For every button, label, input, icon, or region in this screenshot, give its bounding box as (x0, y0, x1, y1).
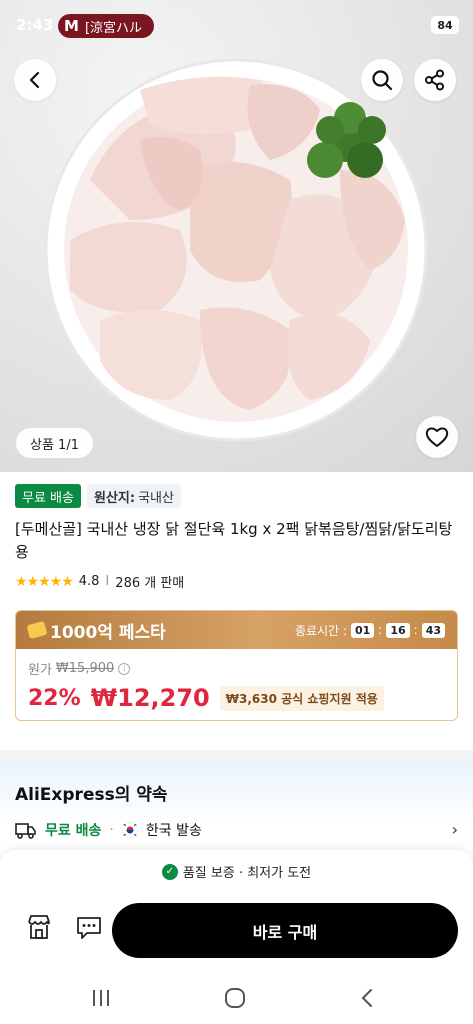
shipping-free-label: 무료 배송 (45, 823, 102, 839)
app-m-icon: M (64, 17, 79, 35)
promo-header: 1000억 페스타 종료시간 : 01 : 16 : 43 (16, 611, 457, 649)
home-icon (225, 988, 245, 1008)
discount-percent: 22% (28, 685, 81, 711)
sale-price: ₩12,270 (90, 684, 210, 712)
bottom-action-bar: ✓ 품질 보증 · 최저가 도전 바로 구매 (0, 850, 473, 975)
timer-seconds: 43 (421, 622, 445, 638)
coin-icon (26, 620, 48, 640)
chat-button[interactable] (74, 912, 104, 942)
guarantee-text: 품질 보증 · 최저가 도전 (182, 866, 312, 881)
timer-hours: 01 (350, 622, 375, 638)
image-counter: 상품 1/1 (16, 428, 93, 458)
promo-body: 원가 ₩15,900 i 22% ₩12,270 ₩3,630 공식 쇼핑지원 … (16, 649, 457, 720)
ship-from-label: 한국 발송 (145, 823, 202, 839)
wishlist-button[interactable] (416, 416, 458, 458)
original-price-label: 원가 (28, 663, 52, 678)
section-divider (0, 750, 473, 760)
timer-minutes: 16 (386, 622, 410, 638)
promo-card: 1000억 페스타 종료시간 : 01 : 16 : 43 원가 ₩15,900… (15, 610, 458, 721)
product-badges: 무료 배송 원산지: 국내산 (15, 484, 181, 508)
status-bar: 2:43 M [涼宮ハル 84 (0, 0, 473, 50)
info-icon[interactable]: i (118, 662, 131, 675)
free-shipping-badge: 무료 배송 (15, 484, 81, 508)
original-price: ₩15,900 (55, 661, 115, 676)
check-icon: ✓ (161, 863, 178, 880)
star-rating-icon: ★★★★★ (15, 573, 74, 590)
countdown-timer: 종료시간 : 01 : 16 : 43 (295, 622, 445, 639)
original-price-row: 원가 ₩15,900 i (28, 659, 445, 678)
heart-icon (425, 427, 449, 447)
share-icon (425, 69, 444, 91)
status-time: 2:43 (16, 16, 54, 34)
shipping-row[interactable]: 무료 배송 · 한국 발송 › (15, 820, 458, 840)
price-row: 22% ₩12,270 ₩3,630 공식 쇼핑지원 적용 (28, 684, 445, 712)
system-back-button[interactable] (352, 983, 382, 1013)
origin-value: 국내산 (138, 490, 174, 506)
chat-icon (77, 917, 101, 939)
product-title: [두메산골] 국내산 냉장 닭 절단육 1kg x 2팩 닭볶음탕/찜닭/닭도리… (15, 520, 453, 561)
guarantee-row: ✓ 품질 보증 · 최저가 도전 (0, 862, 473, 881)
status-app-chip: M [涼宮ハル (58, 14, 155, 38)
store-icon (28, 915, 50, 939)
rating-row[interactable]: ★★★★★ 4.8 I 286 개 판매 (15, 572, 185, 592)
product-image[interactable] (0, 0, 473, 472)
rating-separator: I (105, 574, 110, 589)
battery-icon: 84 (431, 16, 459, 34)
back-button[interactable] (14, 59, 56, 101)
promo-title-text: 1000억 페스타 (50, 622, 166, 643)
chevron-left-icon (29, 71, 40, 89)
status-app-name: [涼宮ハル (84, 20, 143, 36)
promise-title: AliExpress의 약속 (15, 785, 168, 805)
subsidy-badge: ₩3,630 공식 쇼핑지원 적용 (219, 685, 384, 711)
timer-colon: : (378, 623, 383, 637)
search-icon (372, 70, 393, 91)
system-nav-bar (0, 975, 473, 1024)
home-button[interactable] (220, 983, 250, 1013)
battery-level: 84 (437, 18, 453, 32)
buy-now-button[interactable]: 바로 구매 (112, 903, 458, 958)
back-arrow-icon (362, 989, 372, 1007)
origin-label: 원산지: (93, 490, 136, 506)
korea-flag-icon (122, 822, 138, 838)
promo-title: 1000억 페스타 (26, 618, 166, 643)
search-button[interactable] (361, 59, 403, 101)
origin-badge: 원산지: 국내산 (86, 484, 181, 508)
sold-count: 286 개 판매 (115, 576, 185, 591)
shipping-dot: · (109, 822, 114, 838)
timer-colon: : (413, 623, 418, 637)
recent-apps-icon (93, 990, 109, 1006)
store-button[interactable] (24, 912, 54, 942)
recent-apps-button[interactable] (86, 983, 116, 1013)
rating-value: 4.8 (78, 574, 100, 589)
share-button[interactable] (414, 59, 456, 101)
truck-icon (15, 823, 36, 839)
timer-label: 종료시간 : (294, 623, 347, 638)
chevron-right-icon: › (451, 820, 458, 839)
